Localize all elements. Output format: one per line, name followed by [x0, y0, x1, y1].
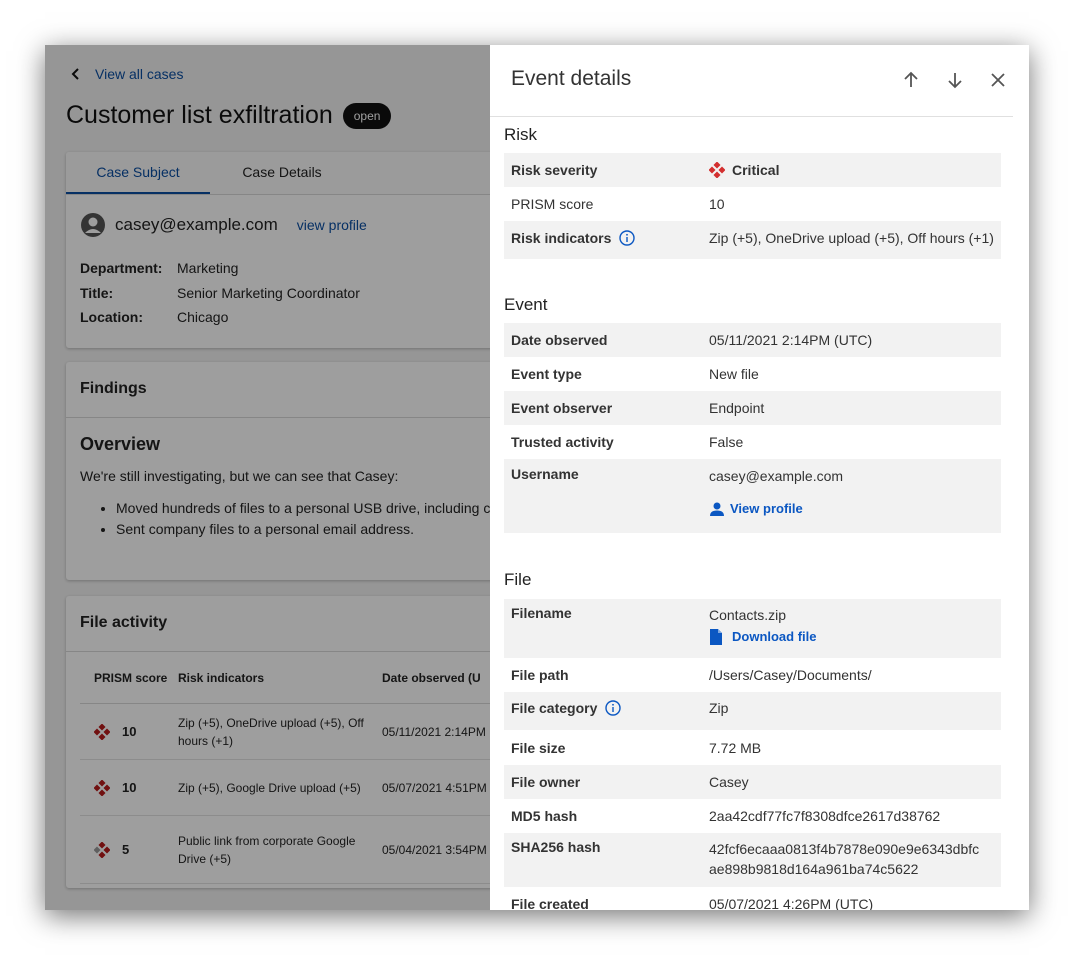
- event-details-panel: Event details Risk Risk severity Critica…: [490, 45, 1029, 910]
- risk-table: Risk severity Critical PRISM score 10 Ri…: [504, 153, 1001, 259]
- row-label: Risk indicators: [511, 230, 709, 259]
- event-table: Date observed 05/11/2021 2:14PM (UTC) Ev…: [504, 323, 1001, 533]
- critical-severity-icon: [709, 162, 725, 178]
- row-value: Contacts.zip Download file: [709, 605, 994, 658]
- row-label: File category: [511, 700, 709, 730]
- row-value: New file: [709, 366, 759, 382]
- row-value: casey@example.com View profile: [709, 466, 994, 533]
- prism-score-row: PRISM score 10: [504, 187, 1001, 221]
- row-label: Username: [511, 466, 579, 482]
- risk-indicators-row: Risk indicators Zip (+5), OneDrive uploa…: [504, 221, 1001, 259]
- row-value: 05/07/2021 4:26PM (UTC): [709, 896, 874, 910]
- row-value: Critical: [709, 160, 994, 180]
- view-profile-label[interactable]: View profile: [730, 499, 803, 519]
- app-window: View all cases Customer list exfiltratio…: [45, 45, 1029, 910]
- panel-title: Event details: [511, 67, 632, 90]
- info-icon[interactable]: [605, 700, 622, 716]
- row-value: Zip (+5), OneDrive upload (+5), Off hour…: [709, 230, 994, 246]
- person-icon: [710, 502, 724, 516]
- file-icon: [710, 629, 722, 645]
- row-label: Risk severity: [511, 162, 598, 178]
- file-owner-row: File owner Casey: [504, 765, 1001, 799]
- username-row: Username casey@example.com View profile: [504, 459, 1001, 533]
- filename-row: Filename Contacts.zip Download file: [504, 599, 1001, 658]
- row-label: PRISM score: [511, 196, 594, 212]
- filename-value: Contacts.zip: [709, 607, 787, 623]
- row-value: Endpoint: [709, 400, 765, 416]
- file-path-row: File path /Users/Casey/Documents/: [504, 658, 1001, 692]
- row-value: Zip: [709, 700, 729, 716]
- row-label: File size: [511, 739, 566, 756]
- row-label: SHA256 hash: [511, 839, 601, 855]
- event-section-title: Event: [504, 295, 548, 314]
- download-file-label[interactable]: Download file: [732, 627, 817, 647]
- row-label: Trusted activity: [511, 434, 614, 450]
- row-label: File owner: [511, 774, 581, 790]
- risk-indicators-label: Risk indicators: [511, 230, 612, 246]
- arrow-down-icon[interactable]: [944, 69, 966, 91]
- row-value: 7.72 MB: [709, 739, 762, 756]
- row-label: Filename: [511, 605, 572, 621]
- row-label: Event type: [511, 366, 582, 382]
- row-label: Event observer: [511, 400, 613, 416]
- trusted-activity-row: Trusted activity False: [504, 425, 1001, 459]
- event-type-row: Event type New file: [504, 357, 1001, 391]
- row-value: 2aa42cdf77fc7f8308dfce2617d38762: [709, 808, 941, 824]
- row-value: 05/11/2021 2:14PM (UTC): [709, 332, 873, 348]
- row-label: File created: [511, 896, 589, 910]
- row-value: Casey: [709, 774, 749, 790]
- row-value: /Users/Casey/Documents/: [709, 667, 872, 683]
- row-label: MD5 hash: [511, 808, 578, 824]
- file-table: Filename Contacts.zip Download file File…: [504, 599, 1001, 910]
- sha256-hash-row: SHA256 hash 42fcf6ecaaa0813f4b7878e090e9…: [504, 833, 1001, 887]
- file-category-label: File category: [511, 700, 598, 716]
- file-section-title: File: [504, 570, 532, 589]
- severity-value: Critical: [732, 162, 780, 178]
- row-value: False: [709, 434, 744, 450]
- download-file-link[interactable]: Download file: [709, 627, 994, 647]
- sha256-line-2: ae898b9818d164a961ba74c5622: [709, 861, 919, 877]
- event-observer-row: Event observer Endpoint: [504, 391, 1001, 425]
- row-label: Date observed: [511, 332, 608, 348]
- date-observed-row: Date observed 05/11/2021 2:14PM (UTC): [504, 323, 1001, 357]
- risk-section-title: Risk: [504, 125, 538, 144]
- file-created-row: File created 05/07/2021 4:26PM (UTC): [504, 887, 1001, 910]
- arrow-up-icon[interactable]: [900, 69, 922, 91]
- row-label: File path: [511, 667, 569, 683]
- username-value: casey@example.com: [709, 468, 844, 484]
- file-size-row: File size 7.72 MB: [504, 730, 1001, 765]
- view-profile-link[interactable]: View profile: [709, 499, 994, 519]
- close-icon[interactable]: [987, 69, 1009, 91]
- panel-header: Event details: [490, 45, 1013, 117]
- info-icon[interactable]: [619, 230, 636, 246]
- sha256-line-1: 42fcf6ecaaa0813f4b7878e090e9e6343dbfc: [709, 841, 980, 857]
- file-category-row: File category Zip: [504, 692, 1001, 730]
- row-value: 42fcf6ecaaa0813f4b7878e090e9e6343dbfc ae…: [709, 839, 994, 887]
- row-value: 10: [709, 196, 725, 212]
- md5-hash-row: MD5 hash 2aa42cdf77fc7f8308dfce2617d3876…: [504, 799, 1001, 833]
- risk-severity-row: Risk severity Critical: [504, 153, 1001, 187]
